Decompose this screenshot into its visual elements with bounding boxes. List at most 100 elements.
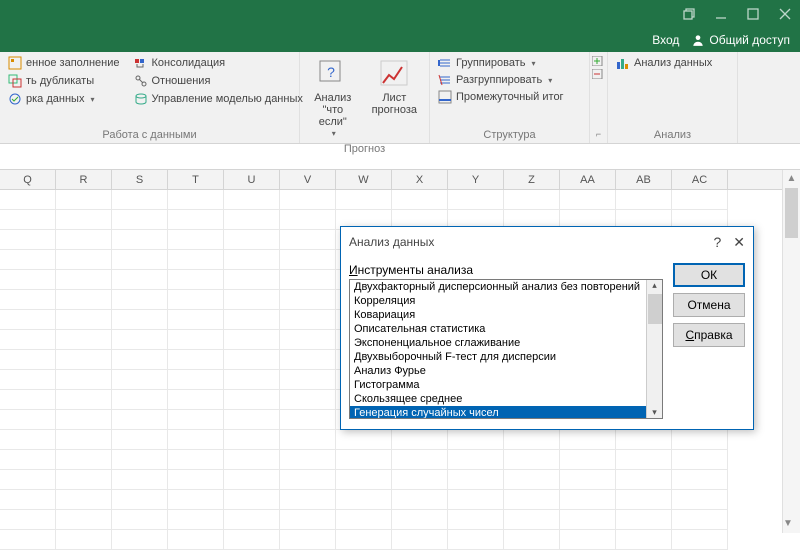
grid-cell[interactable] — [560, 530, 616, 550]
grid-cell[interactable] — [560, 430, 616, 450]
list-item[interactable]: Корреляция — [350, 294, 646, 308]
grid-cell[interactable] — [280, 270, 336, 290]
list-item[interactable]: Экспоненциальное сглаживание — [350, 336, 646, 350]
data-analysis-button[interactable]: Анализ данных — [616, 56, 729, 70]
grid-cell[interactable] — [56, 370, 112, 390]
column-header[interactable]: S — [112, 170, 168, 189]
grid-cell[interactable] — [56, 350, 112, 370]
column-header[interactable]: V — [280, 170, 336, 189]
grid-cell[interactable] — [336, 470, 392, 490]
tools-listbox[interactable]: Двухфакторный дисперсионный анализ без п… — [349, 279, 663, 419]
grid-cell[interactable] — [560, 490, 616, 510]
grid-cell[interactable] — [56, 230, 112, 250]
grid-cell[interactable] — [0, 190, 56, 210]
grid-cell[interactable] — [56, 410, 112, 430]
ok-button[interactable]: ОК — [673, 263, 745, 287]
grid-cell[interactable] — [56, 490, 112, 510]
grid-cell[interactable] — [0, 390, 56, 410]
grid-cell[interactable] — [224, 370, 280, 390]
grid-cell[interactable] — [504, 530, 560, 550]
grid-cell[interactable] — [168, 410, 224, 430]
vertical-scrollbar[interactable]: ▲ ▼ — [782, 170, 800, 533]
grid-cell[interactable] — [224, 490, 280, 510]
grid-cell[interactable] — [112, 370, 168, 390]
grid-cell[interactable] — [560, 450, 616, 470]
whatif-button[interactable]: ? Анализ "что если" ▾ — [308, 56, 358, 141]
grid-cell[interactable] — [224, 310, 280, 330]
grid-cell[interactable] — [56, 390, 112, 410]
grid-cell[interactable] — [56, 310, 112, 330]
grid-cell[interactable] — [672, 470, 728, 490]
grid-cell[interactable] — [168, 510, 224, 530]
grid-cell[interactable] — [112, 510, 168, 530]
grid-cell[interactable] — [504, 190, 560, 210]
grid-cell[interactable] — [168, 490, 224, 510]
help-button[interactable]: Справка — [673, 323, 745, 347]
grid-cell[interactable] — [224, 350, 280, 370]
grid-cell[interactable] — [112, 310, 168, 330]
window-restore-alt-icon[interactable] — [682, 7, 696, 21]
grid-cell[interactable] — [392, 470, 448, 490]
grid-cell[interactable] — [224, 430, 280, 450]
column-header[interactable]: Z — [504, 170, 560, 189]
grid-cell[interactable] — [672, 530, 728, 550]
scroll-down-icon[interactable]: ▼ — [783, 515, 793, 533]
grid-cell[interactable] — [112, 490, 168, 510]
share-button[interactable]: Общий доступ — [691, 33, 790, 47]
column-header[interactable]: AB — [616, 170, 672, 189]
grid-cell[interactable] — [0, 250, 56, 270]
window-restore-icon[interactable] — [746, 7, 760, 21]
grid-cell[interactable] — [0, 470, 56, 490]
scroll-up-icon[interactable]: ▴ — [652, 280, 657, 291]
grid-cell[interactable] — [392, 510, 448, 530]
grid-cell[interactable] — [672, 450, 728, 470]
grid-cell[interactable] — [616, 510, 672, 530]
window-minimize-icon[interactable] — [714, 7, 728, 21]
grid-cell[interactable] — [672, 430, 728, 450]
grid-cell[interactable] — [168, 530, 224, 550]
grid-cell[interactable] — [0, 490, 56, 510]
grid-cell[interactable] — [392, 430, 448, 450]
grid-cell[interactable] — [560, 510, 616, 530]
grid-cell[interactable] — [56, 250, 112, 270]
grid-cell[interactable] — [0, 270, 56, 290]
grid-cell[interactable] — [336, 490, 392, 510]
grid-cell[interactable] — [280, 210, 336, 230]
list-item[interactable]: Скользящее среднее — [350, 392, 646, 406]
grid-cell[interactable] — [56, 290, 112, 310]
grid-cell[interactable] — [112, 530, 168, 550]
grid-cell[interactable] — [0, 230, 56, 250]
dialog-titlebar[interactable]: Анализ данных ? ✕ — [341, 227, 753, 257]
grid-cell[interactable] — [224, 450, 280, 470]
grid-cell[interactable] — [504, 430, 560, 450]
scroll-thumb[interactable] — [785, 188, 798, 238]
grid-cell[interactable] — [224, 470, 280, 490]
grid-cell[interactable] — [448, 510, 504, 530]
grid-cell[interactable] — [280, 290, 336, 310]
grid-cell[interactable] — [56, 210, 112, 230]
dialog-help-icon[interactable]: ? — [713, 234, 721, 250]
grid-cell[interactable] — [448, 190, 504, 210]
forecast-sheet-button[interactable]: Лист прогноза — [368, 56, 421, 118]
grid-cell[interactable] — [112, 410, 168, 430]
grid-cell[interactable] — [112, 450, 168, 470]
grid-cell[interactable] — [448, 470, 504, 490]
grid-cell[interactable] — [0, 210, 56, 230]
grid-cell[interactable] — [56, 190, 112, 210]
grid-cell[interactable] — [168, 250, 224, 270]
column-header[interactable]: AA — [560, 170, 616, 189]
relations-button[interactable]: Отношения — [134, 74, 303, 88]
grid-cell[interactable] — [672, 490, 728, 510]
grid-cell[interactable] — [280, 530, 336, 550]
grid-cell[interactable] — [336, 190, 392, 210]
grid-cell[interactable] — [168, 330, 224, 350]
grid-cell[interactable] — [280, 230, 336, 250]
grid-cell[interactable] — [168, 450, 224, 470]
grid-cell[interactable] — [504, 470, 560, 490]
grid-cell[interactable] — [168, 270, 224, 290]
grid-cell[interactable] — [448, 450, 504, 470]
grid-cell[interactable] — [280, 250, 336, 270]
grid-cell[interactable] — [280, 450, 336, 470]
grid-cell[interactable] — [56, 450, 112, 470]
grid-cell[interactable] — [0, 530, 56, 550]
